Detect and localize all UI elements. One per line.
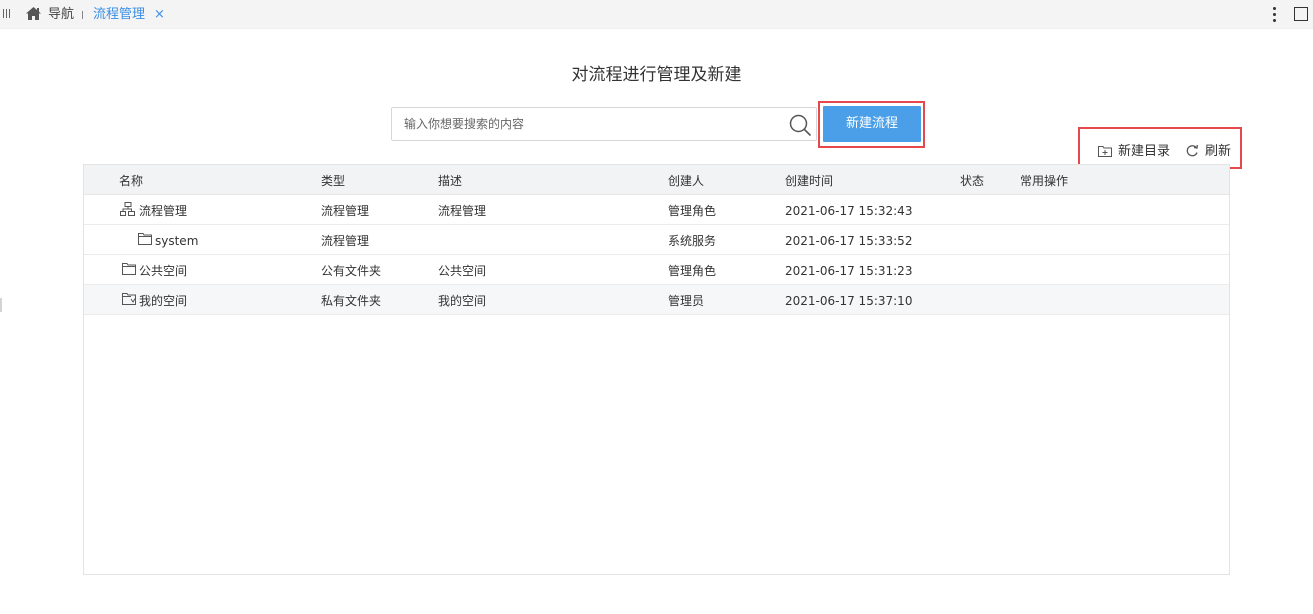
- flow-table: 名称 类型 描述 创建人 创建时间 状态 常用操作 流程管理 流程管理 流程管理…: [83, 164, 1230, 575]
- flow-tree-icon: [120, 202, 135, 216]
- folder-icon: [122, 263, 136, 275]
- row-desc: 公共空间: [438, 264, 487, 278]
- column-header-actions[interactable]: 常用操作: [1020, 173, 1068, 189]
- row-created: 2021-06-17 15:31:23: [785, 264, 913, 278]
- search-input[interactable]: [392, 108, 782, 140]
- refresh-button[interactable]: 刷新: [1185, 142, 1233, 162]
- table-row[interactable]: 我的空间 私有文件夹 我的空间 管理员 2021-06-17 15:37:10: [84, 285, 1229, 315]
- row-name[interactable]: 公共空间: [139, 263, 187, 279]
- column-header-name[interactable]: 名称: [119, 173, 143, 189]
- new-folder-label: 新建目录: [1118, 144, 1171, 159]
- left-edge-handle[interactable]: [0, 298, 2, 312]
- row-creator: 管理角色: [668, 264, 717, 278]
- maximize-icon[interactable]: [1294, 7, 1308, 21]
- search-box: [391, 107, 817, 141]
- nav-tab[interactable]: 导航: [48, 6, 74, 23]
- row-created: 2021-06-17 15:37:10: [785, 294, 913, 308]
- refresh-label: 刷新: [1205, 144, 1232, 159]
- column-header-creator[interactable]: 创建人: [668, 173, 704, 189]
- home-icon[interactable]: [25, 6, 42, 21]
- new-flow-button[interactable]: 新建流程: [823, 106, 921, 142]
- page-title: 对流程进行管理及新建: [571, 65, 742, 85]
- table-row[interactable]: 公共空间 公有文件夹 公共空间 管理角色 2021-06-17 15:31:23: [84, 255, 1229, 285]
- row-created: 2021-06-17 15:33:52: [785, 234, 913, 248]
- private-folder-icon: [122, 293, 136, 305]
- folder-icon: [138, 233, 152, 245]
- row-created: 2021-06-17 15:32:43: [785, 204, 913, 218]
- row-desc: 我的空间: [438, 294, 487, 308]
- more-vertical-icon[interactable]: [1270, 6, 1278, 23]
- row-creator: 系统服务: [668, 234, 717, 248]
- row-type: 私有文件夹: [321, 294, 382, 308]
- column-header-created[interactable]: 创建时间: [785, 173, 833, 189]
- row-desc: 流程管理: [438, 204, 487, 218]
- row-creator: 管理角色: [668, 204, 717, 218]
- row-type: 流程管理: [321, 204, 370, 218]
- search-icon[interactable]: [788, 113, 812, 137]
- row-name[interactable]: system: [155, 233, 198, 249]
- close-tab-icon[interactable]: ×: [154, 6, 165, 23]
- row-name[interactable]: 我的空间: [139, 293, 187, 309]
- row-type: 公有文件夹: [321, 264, 382, 278]
- refresh-icon: [1186, 144, 1198, 157]
- table-row[interactable]: 流程管理 流程管理 流程管理 管理角色 2021-06-17 15:32:43: [84, 195, 1229, 225]
- table-header: 名称 类型 描述 创建人 创建时间 状态 常用操作: [84, 165, 1229, 195]
- tab-flow-management[interactable]: 流程管理: [93, 6, 145, 23]
- row-name[interactable]: 流程管理: [139, 203, 187, 219]
- row-creator: 管理员: [668, 294, 705, 308]
- column-header-type[interactable]: 类型: [321, 173, 345, 189]
- tab-bar: 导航 流程管理 ×: [0, 0, 1313, 29]
- tab-divider: [82, 11, 83, 19]
- sidebar-toggle-icon[interactable]: [3, 9, 11, 19]
- row-type: 流程管理: [321, 234, 370, 248]
- new-folder-button[interactable]: 新建目录: [1098, 142, 1170, 162]
- table-row[interactable]: system 流程管理 系统服务 2021-06-17 15:33:52: [84, 225, 1229, 255]
- column-header-status[interactable]: 状态: [960, 173, 984, 189]
- new-folder-icon: [1098, 146, 1112, 157]
- column-header-desc[interactable]: 描述: [438, 173, 462, 189]
